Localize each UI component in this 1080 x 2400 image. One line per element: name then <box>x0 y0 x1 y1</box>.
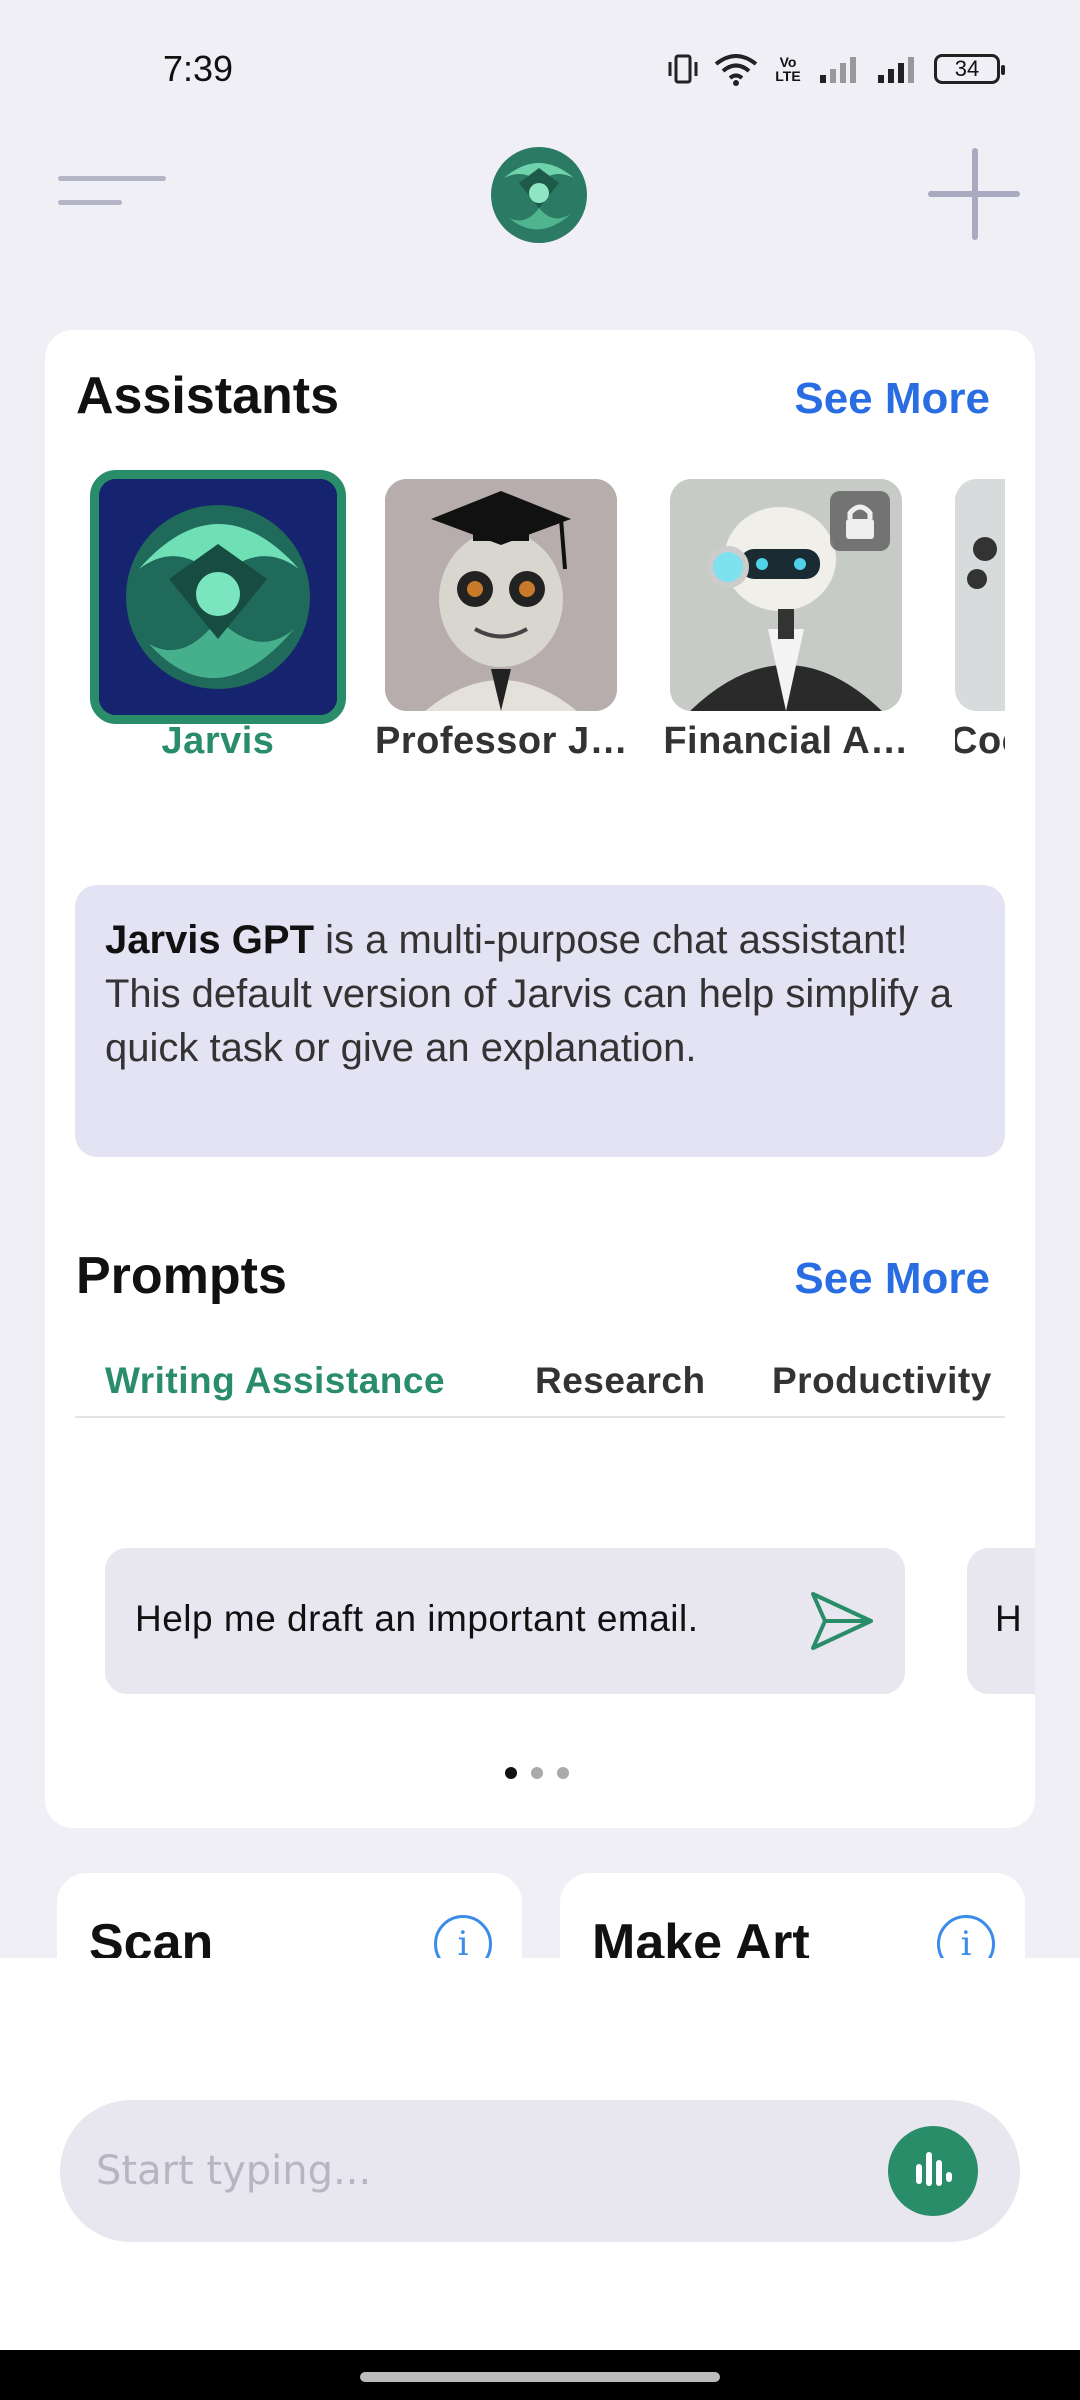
vibrate-icon <box>668 54 698 84</box>
coder-avatar <box>955 479 1005 711</box>
jarvis-logo <box>491 147 587 243</box>
professor-avatar-image <box>385 479 617 711</box>
voice-button[interactable] <box>888 2126 978 2216</box>
hamburger-icon[interactable] <box>58 172 168 212</box>
assistant-description-name: Jarvis GPT <box>105 918 315 962</box>
prompt-tabs: Writing Assistance Research Productivity <box>75 1350 1005 1418</box>
assistants-see-more-link[interactable]: See More <box>794 374 990 424</box>
home-indicator[interactable] <box>360 2372 720 2382</box>
wifi-icon <box>714 54 758 86</box>
financial-avatar <box>670 479 902 711</box>
assistant-description: Jarvis GPT is a multi-purpose chat assis… <box>75 885 1005 1157</box>
prompt-text: H <box>995 1598 1022 1639</box>
tab-writing-assistance[interactable]: Writing Assistance <box>105 1360 445 1402</box>
jarvis-avatar-image <box>99 479 337 715</box>
assistant-name: Financial A… <box>663 720 909 762</box>
prompts-title: Prompts <box>76 1247 287 1305</box>
tab-research[interactable]: Research <box>535 1360 706 1402</box>
jarvis-avatar <box>90 470 346 724</box>
status-bar: 7:39 Vo LTE 34 <box>0 0 1080 140</box>
signal-icon-2 <box>878 57 914 83</box>
pagination-dot-active <box>505 1767 517 1779</box>
assistant-name: Professor J… <box>375 720 629 762</box>
volte-icon: Vo LTE <box>775 54 801 84</box>
prompt-card-next[interactable]: H <box>967 1548 1035 1694</box>
assistant-financial[interactable]: Financial A… <box>663 470 908 762</box>
assistants-title: Assistants <box>76 367 339 425</box>
battery-icon: 34 <box>934 54 1005 84</box>
professor-avatar <box>385 479 617 711</box>
pagination-dot <box>531 1767 543 1779</box>
assistant-name: Coc <box>955 720 1005 762</box>
carousel-pagination <box>505 1767 569 1779</box>
signal-icon <box>820 57 856 83</box>
pagination-dot <box>557 1767 569 1779</box>
assistant-name: Jarvis <box>161 720 275 762</box>
system-nav-bar <box>0 2350 1080 2400</box>
status-icons: Vo LTE 34 <box>666 52 1005 86</box>
status-time: 7:39 <box>163 48 234 89</box>
send-icon[interactable] <box>807 1588 877 1654</box>
prompts-see-more-link[interactable]: See More <box>794 1254 990 1304</box>
audio-waveform-icon <box>916 2152 952 2186</box>
main-card: Assistants See More Jarvis Professor J… … <box>45 330 1035 1828</box>
assistant-jarvis[interactable]: Jarvis <box>90 470 346 762</box>
message-input[interactable] <box>96 2136 876 2206</box>
lock-icon <box>830 491 890 551</box>
message-composer <box>60 2100 1020 2242</box>
prompt-card[interactable]: Help me draft an important email. <box>105 1548 905 1694</box>
prompt-text: Help me draft an important email. <box>135 1598 699 1639</box>
coder-avatar-image <box>955 479 1005 711</box>
assistant-coder[interactable]: Coc <box>955 470 1005 770</box>
plus-icon[interactable] <box>928 148 1020 240</box>
tab-productivity[interactable]: Productivity <box>772 1360 992 1402</box>
assistant-professor[interactable]: Professor J… <box>375 470 628 762</box>
